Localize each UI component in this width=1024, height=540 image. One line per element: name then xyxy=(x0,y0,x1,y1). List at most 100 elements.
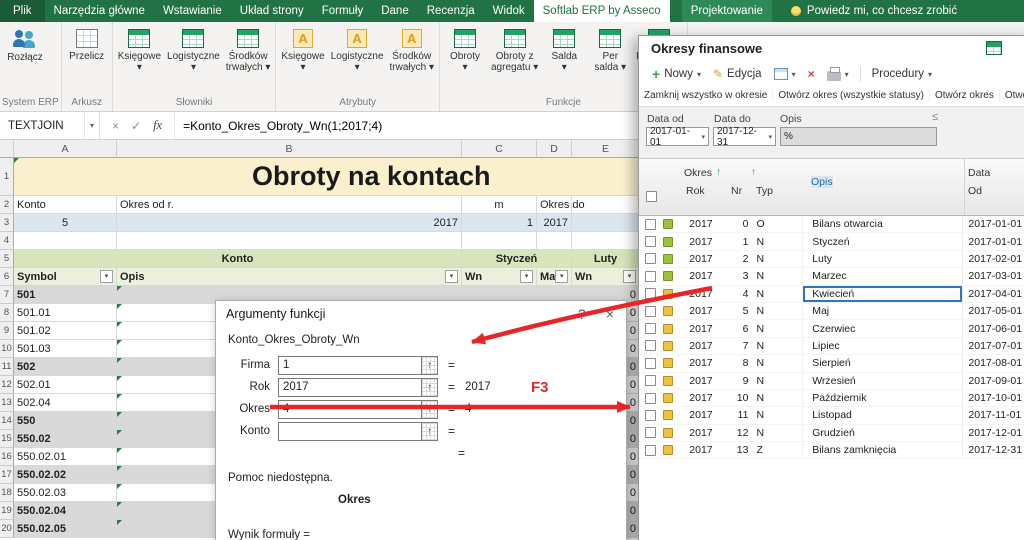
menu-item-otwórz-okres[interactable]: Otwórz okres xyxy=(930,90,1000,101)
row-checkbox[interactable] xyxy=(645,323,656,334)
period-row-bilans-otwarcia[interactable]: 20170OBilans otwarcia2017-01-01 xyxy=(639,216,1024,233)
header-od[interactable]: Od xyxy=(968,185,982,197)
row-header-17[interactable]: 17 xyxy=(0,466,14,484)
period-row-sierpień[interactable]: 20178NSierpień2017-08-01 xyxy=(639,355,1024,372)
row-checkbox[interactable] xyxy=(645,306,656,317)
col-header-a[interactable]: A xyxy=(14,140,117,158)
header-typ[interactable]: Typ xyxy=(756,185,773,197)
opis-input[interactable]: % xyxy=(780,127,937,146)
ribbon-button-przelicz[interactable]: Przelicz xyxy=(64,23,110,62)
range-selector-icon[interactable]: ↑ xyxy=(421,423,437,440)
cell-empty[interactable] xyxy=(572,214,640,232)
row-header-5[interactable]: 5 xyxy=(0,250,14,268)
name-box[interactable]: TEXTJOIN ▾ xyxy=(0,112,100,139)
row-checkbox[interactable] xyxy=(645,340,656,351)
row-checkbox[interactable] xyxy=(645,410,656,421)
rok-input[interactable]: 2017 ↑ xyxy=(278,378,438,397)
header-symbol[interactable]: Symbol ▾ xyxy=(14,268,117,286)
cell-opis[interactable]: Luty xyxy=(802,251,962,267)
ribbon-button-per[interactable]: Persalda ▾ xyxy=(587,23,633,73)
cell-symbol[interactable]: 501 xyxy=(14,286,117,304)
period-row-bilans-zamknięcia[interactable]: 201713ZBilans zamknięcia2017-12-31 xyxy=(639,442,1024,459)
ribbon-button-środków[interactable]: Środkówtrwałych ▾ xyxy=(223,23,273,73)
row-header-9[interactable]: 9 xyxy=(0,322,14,340)
cell-symbol[interactable]: 550.02.04 xyxy=(14,502,117,520)
ribbon-button-księgowe[interactable]: Księgowe▾ xyxy=(115,23,164,73)
period-row-styczeń[interactable]: 20171NStyczeń2017-01-01 xyxy=(639,233,1024,250)
period-row-marzec[interactable]: 20173NMarzec2017-03-01 xyxy=(639,268,1024,285)
grid-header[interactable]: Okres ↑ Rok Nr ↑ Typ Opis Data Od xyxy=(639,159,1024,216)
row-checkbox[interactable] xyxy=(645,445,656,456)
print-button[interactable]: ▾ xyxy=(822,66,854,83)
ribbon-button-logistyczne[interactable]: Logistyczne▾ xyxy=(164,23,223,73)
col-header-d[interactable]: D xyxy=(537,140,572,158)
ribbon-tab-formuły[interactable]: Formuły xyxy=(313,0,373,22)
row-header-20[interactable]: 20 xyxy=(0,520,14,538)
cell-opis[interactable]: Marzec xyxy=(802,268,962,284)
period-row-kwiecień[interactable]: 20174NKwiecień2017-04-01 xyxy=(639,286,1024,303)
firma-input[interactable]: 1 ↑ xyxy=(278,356,438,375)
cell-opis[interactable]: Kwiecień xyxy=(802,286,962,302)
ribbon-button-obroty-z[interactable]: Obroty zagregatu ▾ xyxy=(488,23,541,73)
cell-empty[interactable] xyxy=(462,232,537,250)
cell-okres-od-value[interactable]: 1 xyxy=(462,214,537,232)
menu-item-otwórz[interactable]: Otwórz xyxy=(1000,90,1024,101)
cancel-formula-icon[interactable]: × xyxy=(112,119,119,133)
row-header-3[interactable]: 3 xyxy=(0,214,14,232)
cell-symbol[interactable]: 502.04 xyxy=(14,394,117,412)
cell-opis[interactable]: Maj xyxy=(802,303,962,319)
period-row-maj[interactable]: 20175NMaj2017-05-01 xyxy=(639,303,1024,320)
cell-m-label[interactable]: m xyxy=(462,196,537,214)
row-header-1[interactable]: 1 xyxy=(0,158,14,196)
ribbon-tab-widok[interactable]: Widok xyxy=(484,0,534,22)
edit-button[interactable]: ✎ Edycja xyxy=(708,65,767,83)
range-selector-icon[interactable]: ↑ xyxy=(421,357,437,374)
cell-symbol[interactable]: 502.01 xyxy=(14,376,117,394)
cell-opis[interactable]: Listopad xyxy=(802,407,962,423)
dialog-titlebar[interactable]: Argumenty funkcji ? × xyxy=(216,301,626,326)
ribbon-tab-plik[interactable]: Plik xyxy=(0,0,45,22)
row-header-6[interactable]: 6 xyxy=(0,268,14,286)
row-header-10[interactable]: 10 xyxy=(0,340,14,358)
form-button[interactable]: ▾ xyxy=(769,66,801,82)
cell-symbol[interactable]: 550.02.05 xyxy=(14,520,117,538)
dropdown-icon[interactable]: ▾ xyxy=(698,133,705,141)
ribbon-tab-dane[interactable]: Dane xyxy=(372,0,418,22)
row-checkbox[interactable] xyxy=(645,288,656,299)
select-all-checkbox[interactable] xyxy=(646,191,657,202)
ribbon-button-salda[interactable]: Salda▾ xyxy=(541,23,587,73)
procedures-button[interactable]: Procedury ▾ xyxy=(867,66,937,82)
cell-empty[interactable] xyxy=(14,232,117,250)
ribbon-tab-projektowanie[interactable]: Projektowanie xyxy=(682,0,772,22)
cell-konto-label[interactable]: Konto xyxy=(14,196,117,214)
cell-symbol[interactable]: 550.02.01 xyxy=(14,448,117,466)
cell-okres-do-label[interactable]: Okres do xyxy=(537,196,572,214)
ribbon-tab-układ-strony[interactable]: Układ strony xyxy=(231,0,313,22)
close-icon[interactable]: × xyxy=(606,306,614,322)
row-checkbox[interactable] xyxy=(645,253,656,264)
cell-symbol[interactable]: 501.03 xyxy=(14,340,117,358)
period-row-październik[interactable]: 201710NPaździernik2017-10-01 xyxy=(639,390,1024,407)
menu-item-zamknij-wszystko-w-okresie[interactable]: Zamknij wszystko w okresie xyxy=(639,90,773,101)
row-header-18[interactable]: 18 xyxy=(0,484,14,502)
cell-symbol[interactable]: 550.02.03 xyxy=(14,484,117,502)
data-od-input[interactable]: 2017-01-01 ▾ xyxy=(646,127,709,146)
row-header-12[interactable]: 12 xyxy=(0,376,14,394)
cell-empty[interactable] xyxy=(537,232,572,250)
cell-opis[interactable]: Grudzień xyxy=(802,425,962,441)
period-row-lipiec[interactable]: 20177NLipiec2017-07-01 xyxy=(639,338,1024,355)
row-checkbox[interactable] xyxy=(645,375,656,386)
cell-symbol[interactable]: 550.02 xyxy=(14,430,117,448)
select-all-corner[interactable] xyxy=(0,140,14,158)
cell-symbol[interactable]: 502 xyxy=(14,358,117,376)
period-row-grudzień[interactable]: 201712NGrudzień2017-12-01 xyxy=(639,425,1024,442)
ribbon-tab-powiedz-mi-co-chcesz-zrobić[interactable]: Powiedz mi, co chcesz zrobić xyxy=(782,0,966,22)
header-nr[interactable]: Nr xyxy=(731,185,742,197)
period-row-czerwiec[interactable]: 20176NCzerwiec2017-06-01 xyxy=(639,320,1024,337)
period-row-luty[interactable]: 20172NLuty2017-02-01 xyxy=(639,251,1024,268)
formula-input[interactable]: =Konto_Okres_Obroty_Wn(1;2017;4) xyxy=(175,112,382,139)
cell-opis[interactable]: Sierpień xyxy=(802,355,962,371)
header-ma[interactable]: Ma ▾ xyxy=(537,268,572,286)
row-header-14[interactable]: 14 xyxy=(0,412,14,430)
cell-rok-od-value[interactable]: 2017 xyxy=(117,214,462,232)
